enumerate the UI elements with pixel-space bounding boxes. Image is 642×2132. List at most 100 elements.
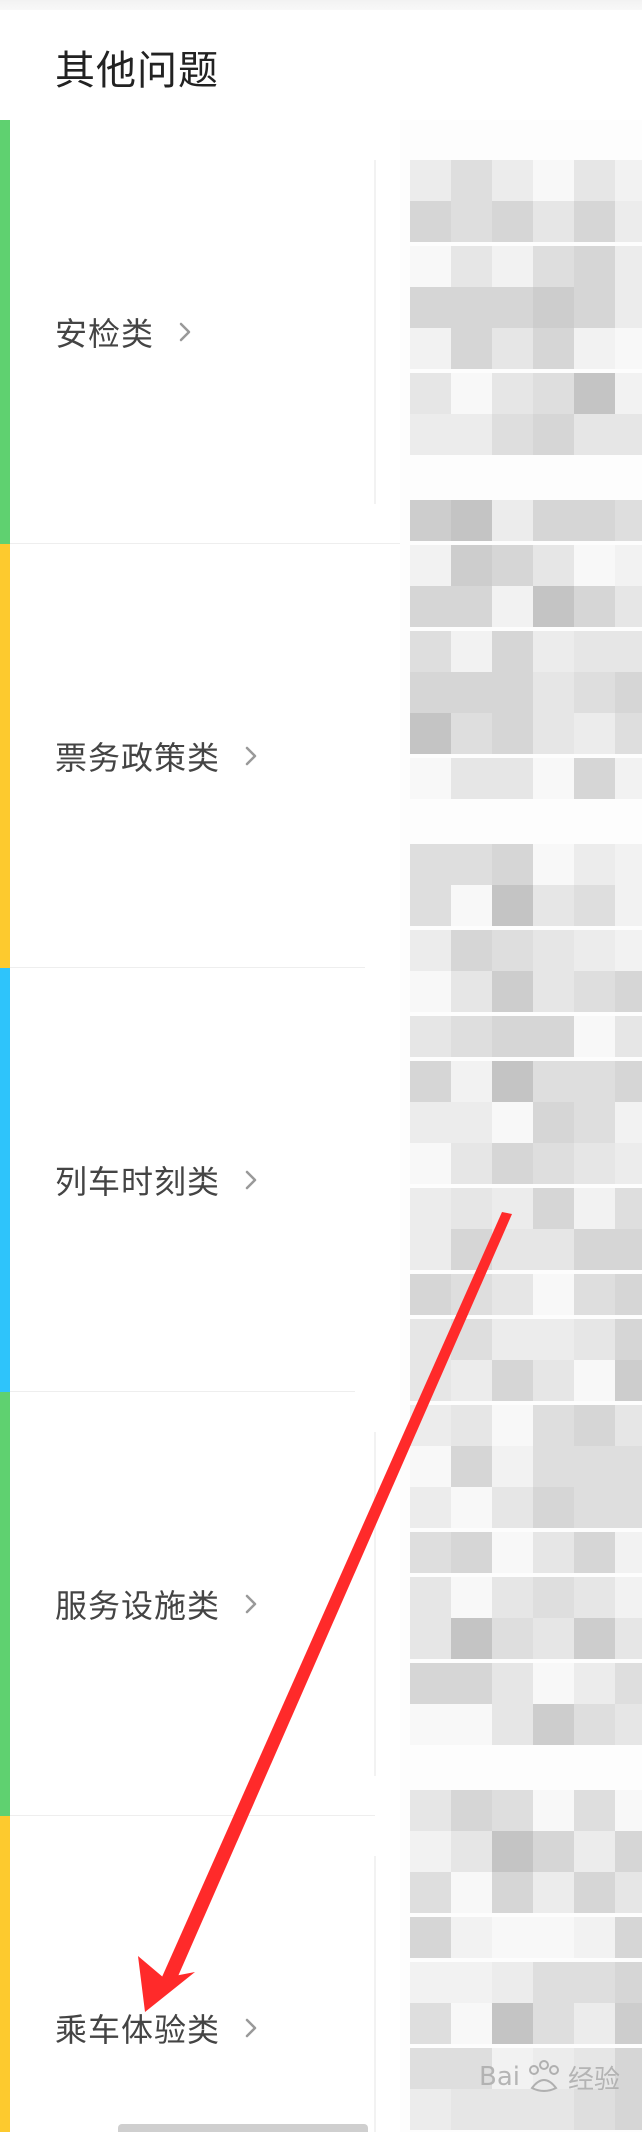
mosaic-row <box>410 1405 642 1446</box>
mosaic-cell <box>492 414 533 455</box>
mosaic-cell <box>492 1704 533 1745</box>
category-link[interactable]: 服务设施类 <box>55 1581 262 1627</box>
mosaic-cell <box>492 1102 533 1143</box>
category-item-ticketing[interactable]: 票务政策类 <box>0 544 405 968</box>
mosaic-cell <box>574 631 615 672</box>
mosaic-cell <box>410 1016 451 1057</box>
mosaic-cell <box>615 1143 642 1184</box>
paw-logo-icon <box>528 2060 559 2092</box>
mosaic-row <box>410 885 642 926</box>
mosaic-row <box>410 586 642 627</box>
mosaic-row <box>410 1319 642 1360</box>
mosaic-cell <box>451 930 492 971</box>
category-link[interactable]: 列车时刻类 <box>55 1157 262 1203</box>
mosaic-cell <box>615 930 642 971</box>
mosaic-cell <box>410 328 451 369</box>
mosaic-cell <box>533 1102 574 1143</box>
mosaic-cell <box>533 758 574 799</box>
mosaic-cell <box>533 1618 574 1659</box>
category-label: 票务政策类 <box>55 739 221 777</box>
mosaic-row <box>410 1143 642 1184</box>
mosaic-cell <box>451 373 492 414</box>
mosaic-cell <box>533 930 574 971</box>
mosaic-cell <box>574 930 615 971</box>
mosaic-row <box>410 1618 642 1659</box>
mosaic-cell <box>451 631 492 672</box>
mosaic-cell <box>615 1016 642 1057</box>
mosaic-cell <box>451 201 492 242</box>
mosaic-row <box>410 201 642 242</box>
mosaic-cell <box>574 1188 615 1229</box>
mosaic-row <box>410 414 642 455</box>
category-label: 乘车体验类 <box>55 2011 221 2049</box>
mosaic-cell <box>533 1016 574 1057</box>
category-item-facilities[interactable]: 服务设施类 <box>0 1392 405 1816</box>
mosaic-cell <box>451 1016 492 1057</box>
mosaic-cell <box>615 2003 642 2044</box>
mosaic-row <box>410 545 642 586</box>
mosaic-cell <box>615 1061 642 1102</box>
mosaic-cell <box>451 1487 492 1528</box>
mosaic-cell <box>451 1274 492 1315</box>
mosaic-row <box>410 1790 642 1831</box>
category-item-timetable[interactable]: 列车时刻类 <box>0 968 405 1392</box>
mosaic-cell <box>492 1446 533 1487</box>
mosaic-cell <box>492 971 533 1012</box>
scroll-indicator[interactable] <box>118 2124 368 2132</box>
mosaic-cell <box>492 1143 533 1184</box>
mosaic-cell <box>615 1487 642 1528</box>
mosaic-row <box>410 1102 642 1143</box>
mosaic-cell <box>533 971 574 1012</box>
mosaic-cell <box>451 758 492 799</box>
mosaic-cell <box>533 1446 574 1487</box>
mosaic-cell <box>451 1532 492 1573</box>
mosaic-cell <box>574 1319 615 1360</box>
column-divider <box>374 160 376 504</box>
category-color-bar <box>0 1392 10 1816</box>
mosaic-row <box>410 1229 642 1270</box>
mosaic-cell <box>492 672 533 713</box>
mosaic-cell <box>410 1962 451 2003</box>
mosaic-row <box>410 844 642 885</box>
mosaic-cell <box>451 844 492 885</box>
category-item-experience[interactable]: 乘车体验类 <box>0 1816 405 2132</box>
blurred-content-panel <box>400 120 642 2132</box>
mosaic-cell <box>574 1229 615 1270</box>
mosaic-cell <box>533 1962 574 2003</box>
category-item-security[interactable]: 安检类 <box>0 120 405 544</box>
mosaic-cell <box>451 545 492 586</box>
mosaic-row <box>410 631 642 672</box>
mosaic-cell <box>492 328 533 369</box>
mosaic-cell <box>410 1872 451 1913</box>
mosaic-cell <box>574 1790 615 1831</box>
category-link[interactable]: 乘车体验类 <box>55 2005 262 2051</box>
mosaic-cell <box>410 713 451 754</box>
mosaic-cell <box>410 971 451 1012</box>
category-link[interactable]: 安检类 <box>55 309 196 355</box>
mosaic-row <box>410 930 642 971</box>
mosaic-cell <box>492 1274 533 1315</box>
mosaic-cell <box>410 758 451 799</box>
mosaic-cell <box>451 1102 492 1143</box>
mosaic-row <box>410 971 642 1012</box>
mosaic-cell <box>451 1360 492 1401</box>
mosaic-cell <box>533 1274 574 1315</box>
mosaic-cell <box>492 1872 533 1913</box>
mosaic-cell <box>410 1188 451 1229</box>
mosaic-row <box>410 672 642 713</box>
mosaic-cell <box>451 1577 492 1618</box>
mosaic-cell <box>451 1229 492 1270</box>
mosaic-cell <box>574 1143 615 1184</box>
category-link[interactable]: 票务政策类 <box>55 733 262 779</box>
mosaic-cell <box>410 373 451 414</box>
mosaic-cell <box>451 1446 492 1487</box>
mosaic-row <box>410 1487 642 1528</box>
page: 其他问题 安检类 票务政策类 列车时刻类 服务设施类 乘车体验类 Bai 经验 <box>0 0 642 2132</box>
mosaic-cell <box>615 1831 642 1872</box>
mosaic-row <box>410 1704 642 1745</box>
mosaic-cell <box>574 1102 615 1143</box>
mosaic-cell <box>615 1618 642 1659</box>
mosaic-cell <box>615 373 642 414</box>
mosaic-cell <box>533 545 574 586</box>
mosaic-cell <box>492 1405 533 1446</box>
